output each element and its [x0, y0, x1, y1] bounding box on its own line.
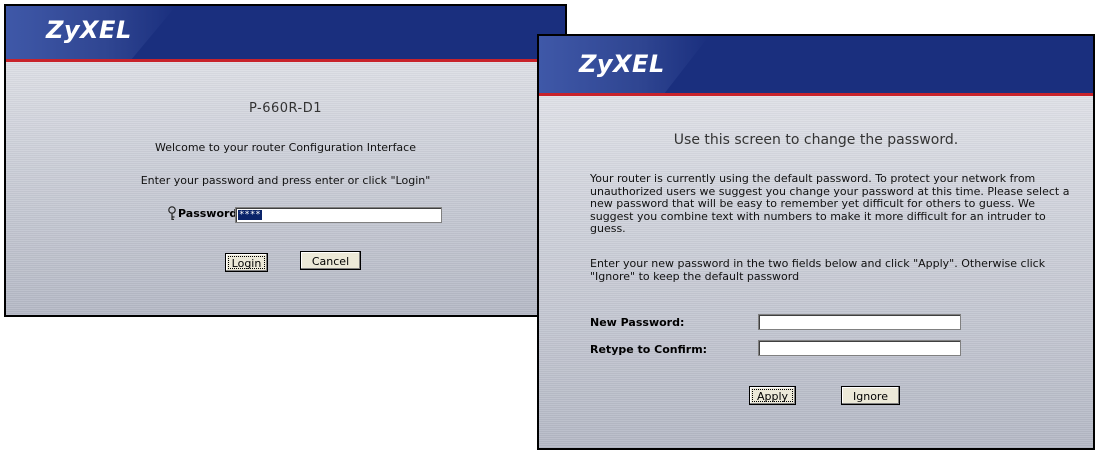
apply-instructions: Enter your new password in the two field… — [590, 257, 1046, 283]
retype-password-label: Retype to Confirm: — [590, 343, 708, 356]
password-value: **** — [238, 210, 262, 220]
cancel-button[interactable]: Cancel — [300, 251, 361, 270]
retype-password-input[interactable] — [758, 340, 961, 356]
default-password-warning: Your router is currently using the defau… — [590, 172, 1070, 235]
password-input[interactable]: **** — [235, 207, 442, 223]
change-password-banner: ZyXEL — [539, 36, 1093, 93]
key-icon — [168, 206, 176, 220]
new-password-input[interactable] — [758, 314, 961, 330]
zyxel-logo: ZyXEL — [579, 50, 665, 78]
login-instruction: Enter your password and press enter or c… — [140, 174, 431, 187]
login-banner: ZyXEL — [6, 6, 565, 59]
change-password-title: Use this screen to change the password. — [673, 132, 959, 148]
new-password-label: New Password: — [590, 316, 685, 329]
banner-red-stripe — [6, 59, 565, 62]
welcome-text: Welcome to your router Configuration Int… — [154, 141, 416, 154]
model-name: P-660R-D1 — [248, 101, 323, 116]
zyxel-logo: ZyXEL — [46, 16, 132, 44]
change-password-panel: ZyXEL Use this screen to change the pass… — [537, 34, 1095, 450]
login-panel: ZyXEL P-660R-D1 Welcome to your router C… — [4, 4, 567, 317]
apply-button[interactable]: Apply — [749, 386, 796, 405]
password-label: Password: — [178, 207, 242, 220]
banner-red-stripe — [539, 93, 1093, 96]
login-button[interactable]: Login — [225, 253, 268, 272]
ignore-button[interactable]: Ignore — [841, 386, 900, 405]
